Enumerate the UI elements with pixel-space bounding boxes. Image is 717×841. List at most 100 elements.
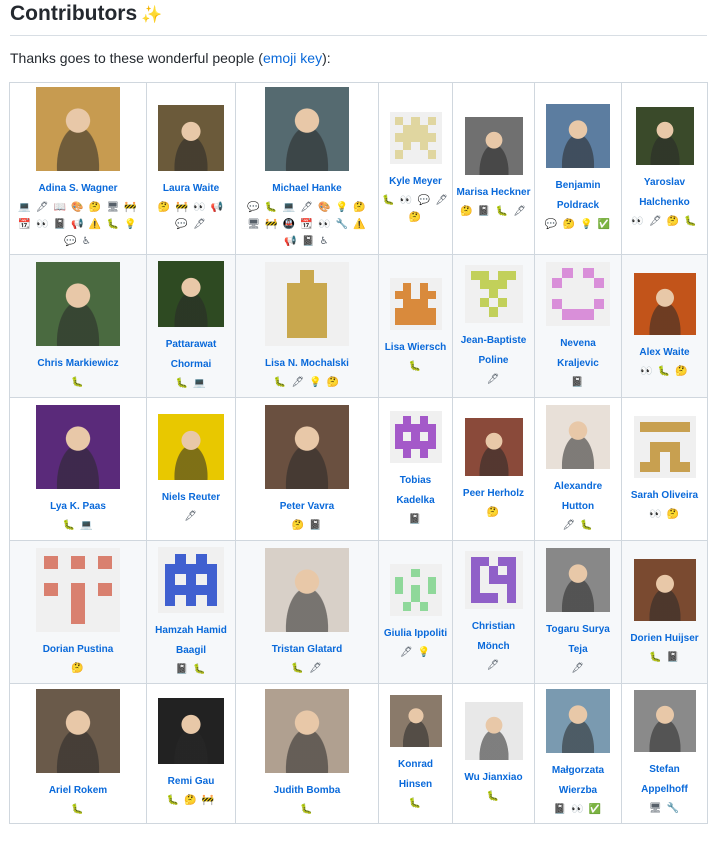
contribution-icons[interactable]: 🐛 🖋 [291, 660, 322, 677]
contribution-icons[interactable]: 🐛 [71, 801, 84, 818]
avatar[interactable] [36, 404, 120, 489]
avatar[interactable] [158, 698, 224, 764]
contribution-icons[interactable]: 🤔 [487, 504, 500, 521]
contributor-name[interactable]: Lisa N. Mochalski [265, 354, 349, 374]
contributor-name[interactable]: Alexandre Hutton [538, 477, 618, 517]
avatar[interactable] [464, 702, 523, 760]
contribution-icons[interactable]: 🖋 💡 [400, 644, 431, 661]
contribution-icons[interactable]: 🐛 🖋 💡 🤔 [274, 374, 341, 391]
contributor-name[interactable]: Peer Herholz [463, 484, 524, 504]
contribution-icons[interactable]: 🐛 💻 [62, 517, 93, 534]
avatar[interactable] [464, 417, 523, 476]
avatar[interactable] [36, 689, 120, 773]
contribution-icons[interactable]: 🤔 📓 🐛 🖋 [460, 203, 527, 220]
contribution-icons[interactable]: 📓 [571, 374, 584, 391]
contributor-name[interactable]: Judith Bomba [274, 781, 341, 801]
contribution-icons[interactable]: 💻 🖋 📖 🎨 🤔 🖥 🚧 📆 👀 📓 📢 ⚠️ 🐛 💡 💬 ♿ [13, 199, 143, 250]
avatar[interactable] [265, 547, 349, 632]
contributor-name[interactable]: Laura Waite [163, 179, 219, 199]
avatar[interactable] [633, 558, 696, 621]
contributor-name[interactable]: Jean-Baptiste Poline [456, 331, 531, 371]
contributor-name[interactable]: Benjamin Poldrack [538, 176, 618, 216]
contribution-icons[interactable]: 🐛 [409, 795, 422, 812]
contribution-icons[interactable]: 🐛 [71, 374, 84, 391]
avatar[interactable] [158, 104, 224, 171]
contributor-name[interactable]: Dorien Huijser [630, 629, 698, 649]
contribution-icons[interactable]: 👀 🐛 🤔 [640, 363, 689, 380]
contribution-icons[interactable]: 🖋 [571, 660, 585, 677]
contributor-name[interactable]: Niels Reuter [162, 488, 220, 508]
contributor-name[interactable]: Kyle Meyer [389, 172, 442, 192]
contribution-icons[interactable]: 🐛 [300, 801, 313, 818]
contribution-icons[interactable]: 🐛 📓 [649, 649, 680, 666]
avatar[interactable] [389, 111, 442, 164]
contribution-icons[interactable]: 🤔 📓 [291, 517, 322, 534]
contributor-name[interactable]: Stefan Appelhoff [625, 760, 704, 800]
avatar[interactable] [36, 87, 120, 171]
avatar[interactable] [633, 690, 696, 752]
contribution-icons[interactable]: 🐛 👀 💬 🖋 🤔 [382, 192, 449, 226]
contributor-name[interactable]: Dorian Pustina [43, 640, 114, 660]
contributor-name[interactable]: Tristan Glatard [272, 640, 343, 660]
contribution-icons[interactable]: 📓 👀 ✅ [554, 801, 603, 818]
avatar[interactable] [265, 87, 349, 171]
contribution-icons[interactable]: 🤔 🚧 👀 📢 💬 🖋 [150, 199, 232, 233]
contributor-name[interactable]: Chris Markiewicz [37, 354, 118, 374]
contribution-icons[interactable]: 🐛 [409, 358, 422, 375]
contributor-name[interactable]: Yaroslav Halchenko [625, 173, 704, 213]
contributor-name[interactable]: Christian Mönch [456, 617, 531, 657]
contributor-name[interactable]: Wu Jianxiao [464, 768, 522, 788]
contributor-name[interactable]: Nevena Kraljevic [538, 334, 618, 374]
contribution-icons[interactable]: 👀 🤔 [649, 506, 680, 523]
contributor-name[interactable]: Togaru Surya Teja [538, 620, 618, 660]
avatar[interactable] [389, 410, 442, 463]
contributor-name[interactable]: Hamzah Hamid Baagil [150, 621, 232, 661]
contribution-icons[interactable]: 💬 🤔 💡 ✅ [545, 216, 611, 233]
contributor-name[interactable]: Ariel Rokem [49, 781, 107, 801]
contributor-name[interactable]: Małgorzata Wierzba [538, 761, 618, 801]
avatar[interactable] [265, 689, 349, 773]
avatar[interactable] [546, 104, 610, 168]
avatar[interactable] [546, 261, 610, 326]
avatar[interactable] [158, 260, 224, 327]
contribution-icons[interactable]: 👀 🖋 🤔 🐛 [631, 213, 698, 230]
avatar[interactable] [464, 264, 523, 323]
avatar[interactable] [158, 546, 224, 613]
contributor-name[interactable]: Remi Gau [168, 772, 215, 792]
avatar[interactable] [389, 277, 442, 330]
contributor-name[interactable]: Lisa Wiersch [385, 338, 447, 358]
avatar[interactable] [546, 547, 610, 612]
avatar[interactable] [265, 404, 349, 489]
contributor-name[interactable]: Konrad Hinsen [382, 755, 449, 795]
contribution-icons[interactable]: 💬 🐛 💻 🖋 🎨 💡 🤔 🖥 🚧 🚇 📆 👀 🔧 ⚠️ 📢 📓 ♿ [239, 199, 375, 250]
avatar[interactable] [389, 563, 442, 616]
contribution-icons[interactable]: 🐛 💻 [175, 375, 206, 392]
avatar[interactable] [633, 415, 696, 478]
contributor-name[interactable]: Lya K. Paas [50, 497, 106, 517]
contribution-icons[interactable]: 🖥 🔧 [649, 800, 680, 817]
contributor-name[interactable]: Adina S. Wagner [38, 179, 117, 199]
avatar[interactable] [464, 550, 523, 609]
avatar[interactable] [546, 689, 610, 753]
contributor-name[interactable]: Michael Hanke [272, 179, 341, 199]
contributor-name[interactable]: Marisa Heckner [457, 183, 531, 203]
avatar[interactable] [36, 547, 120, 632]
contribution-icons[interactable]: 📓 🐛 [175, 661, 206, 678]
contributor-name[interactable]: Sarah Oliveira [631, 486, 698, 506]
contributor-name[interactable]: Peter Vavra [280, 497, 335, 517]
contributor-name[interactable]: Tobias Kadelka [382, 471, 449, 511]
contribution-icons[interactable]: 🐛 🤔 🚧 [167, 792, 216, 809]
contribution-icons[interactable]: 🖋 [487, 657, 501, 674]
contribution-icons[interactable]: 🤔 [71, 660, 84, 677]
contributor-name[interactable]: Pattarawat Chormai [150, 335, 232, 375]
contributor-name[interactable]: Alex Waite [639, 343, 689, 363]
contribution-icons[interactable]: 🐛 [487, 788, 500, 805]
avatar[interactable] [389, 695, 442, 747]
avatar[interactable] [36, 261, 120, 346]
contributor-name[interactable]: Giulia Ippoliti [384, 624, 447, 644]
emoji-key-link[interactable]: emoji key [263, 50, 322, 66]
contribution-icons[interactable]: 📓 [409, 511, 422, 528]
avatar[interactable] [633, 272, 696, 335]
contribution-icons[interactable]: 🖋 [184, 508, 198, 525]
avatar[interactable] [464, 117, 523, 175]
